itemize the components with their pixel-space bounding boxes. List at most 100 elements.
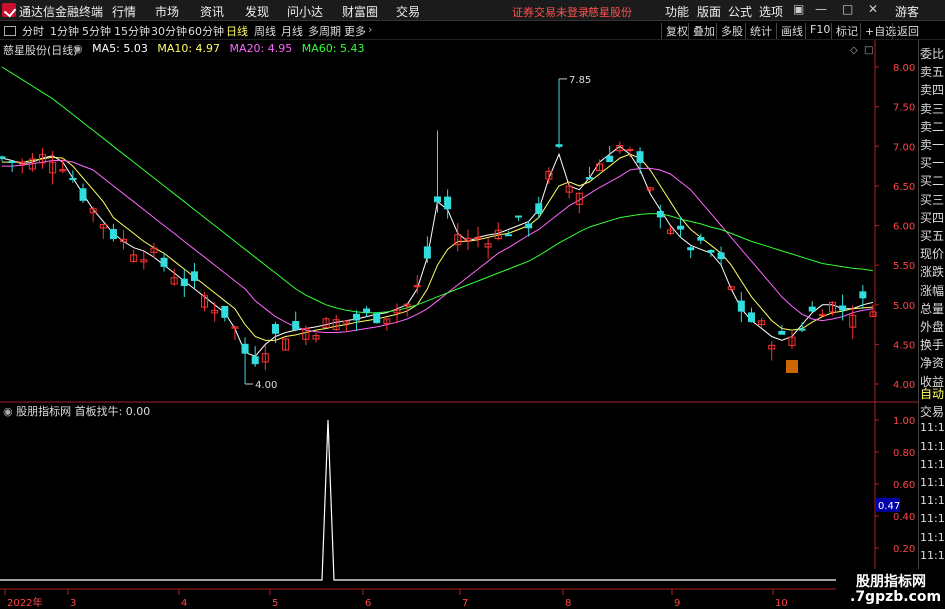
candle-body — [434, 196, 441, 203]
candle-body — [292, 321, 300, 330]
chevron-right-icon[interactable]: › — [368, 23, 372, 36]
candle-body — [525, 223, 533, 229]
side-item-5: 卖一 — [920, 138, 945, 152]
candle-body — [504, 234, 512, 237]
watermark: 股朋指标网 .7gpzb.com — [836, 569, 945, 609]
period-30min[interactable]: 30分钟 — [151, 23, 187, 39]
close-icon[interactable]: ✕ — [868, 2, 878, 16]
period-daily[interactable]: 日线 — [226, 23, 248, 39]
side-item-7: 买二 — [920, 174, 945, 189]
period-multi[interactable]: 多周期 — [308, 23, 341, 39]
multi-stock-button[interactable]: 多股 — [716, 23, 743, 39]
menu-formula[interactable]: 公式 — [728, 3, 752, 20]
add-watchlist-button[interactable]: +自选 — [860, 23, 896, 39]
square-icon: □ — [864, 45, 873, 56]
candle-body — [839, 305, 847, 311]
candle-body — [8, 160, 16, 163]
side-item-8: 买三 — [920, 192, 945, 207]
candle-body — [555, 144, 563, 147]
candle-body — [687, 247, 695, 251]
menu-item-market-list[interactable]: 市场 — [155, 3, 179, 20]
time-tick-label: 6 — [365, 598, 371, 609]
price-tick-label: 6.00 — [893, 222, 915, 233]
menu-item-trade[interactable]: 交易 — [396, 3, 420, 20]
side-item-3: 卖三 — [920, 101, 945, 116]
side-item-0: 委比 — [920, 47, 945, 61]
side-item-17: 净资 — [920, 356, 945, 371]
side-trade-8: 11:13 — [920, 530, 945, 544]
stats-button[interactable]: 统计 — [745, 23, 772, 39]
candle-body — [221, 305, 229, 318]
draw-line-button[interactable]: 画线 — [776, 23, 803, 39]
stock-name-link[interactable]: 慈星股份 — [588, 4, 632, 20]
candle-body — [808, 306, 816, 312]
candle-body — [0, 156, 6, 159]
indicator-label: 股朋指标网 首板找牛: 0.00 — [16, 405, 151, 418]
candle-body — [747, 312, 755, 323]
menu-layout[interactable]: 版面 — [697, 3, 721, 20]
overlay-button[interactable]: 叠加 — [688, 23, 715, 39]
price-tick-label: 6.50 — [893, 182, 915, 193]
candle-body — [656, 211, 664, 218]
menu-options[interactable]: 选项 — [759, 3, 783, 20]
time-tick-label: 10 — [775, 598, 788, 609]
adjust-button[interactable]: 复权 — [661, 23, 688, 39]
side-item-10: 买五 — [920, 229, 945, 243]
maximize-icon[interactable]: □ — [842, 2, 853, 16]
period-monthly[interactable]: 月线 — [281, 23, 303, 39]
price-tick-label: 5.00 — [893, 301, 915, 312]
side-item-15: 外盘 — [920, 320, 945, 334]
indicator-settings-icon[interactable]: ◉ — [3, 405, 13, 418]
period-60min[interactable]: 60分钟 — [188, 23, 224, 39]
candle-body — [585, 177, 593, 180]
period-intraday[interactable]: 分时 — [22, 23, 44, 39]
side-trade-5: 11:13 — [920, 476, 945, 489]
period-5min[interactable]: 5分钟 — [82, 23, 111, 39]
candle-body — [717, 252, 725, 260]
app-logo-icon — [2, 3, 16, 17]
menu-item-wealth[interactable]: 财富圈 — [342, 3, 378, 20]
quote-side-panel: 委比 卖五 卖四 卖三 卖二 卖一 买一 买二 买三 买四 买五 现价 涨跌 涨幅 总量 外盘 换手 净资 收益 自动… — [918, 40, 945, 609]
side-item-11: 现价 — [920, 247, 945, 262]
indicator-tick-label: 0.60 — [893, 480, 915, 491]
side-trade-0: 自动 — [920, 387, 945, 401]
f10-button[interactable]: F10 — [805, 23, 830, 39]
candle-body — [606, 155, 614, 163]
chart-canvas[interactable]: 8.00 7.50 7.00 6.50 6.00 5.50 5.00 4.50 4.00 1.0… — [0, 40, 918, 609]
menu-item-market[interactable]: 行情 — [112, 3, 136, 20]
skin-icon[interactable]: ▣ — [793, 2, 804, 16]
mark-button[interactable]: 标记 — [831, 23, 858, 39]
layout-icon[interactable] — [4, 26, 16, 36]
period-toolbar: 分时 1分钟 5分钟 15分钟 30分钟 60分钟 日线 周线 月线 多周期 更… — [0, 21, 945, 40]
side-item-16: 换手 — [920, 338, 945, 353]
side-item-2: 卖四 — [920, 83, 945, 98]
candle-body — [271, 323, 279, 334]
back-button[interactable]: 返回 — [892, 23, 919, 39]
candle-body — [69, 177, 77, 181]
time-tick-label: 8 — [565, 598, 571, 609]
guest-button[interactable]: 游客 — [895, 3, 919, 20]
menu-item-discover[interactable]: 发现 — [245, 3, 269, 20]
time-axis: 2022年 3 4 5 6 7 8 9 10 — [4, 589, 788, 609]
side-item-14: 总量 — [920, 301, 945, 316]
side-item-13: 涨幅 — [920, 283, 945, 298]
candle-body — [241, 343, 249, 354]
minimize-icon[interactable]: — — [815, 2, 827, 16]
menu-item-news[interactable]: 资讯 — [200, 3, 224, 20]
login-status[interactable]: 证券交易未登录 — [512, 4, 589, 20]
candle-body — [818, 314, 826, 317]
period-1min[interactable]: 1分钟 — [50, 23, 79, 39]
menu-item-ask[interactable]: 问小达 — [287, 3, 323, 20]
menu-function[interactable]: 功能 — [665, 3, 689, 20]
period-15min[interactable]: 15分钟 — [114, 23, 150, 39]
price-tick-label: 8.00 — [893, 63, 915, 74]
candle-body — [109, 228, 117, 240]
candle-body — [859, 291, 867, 299]
price-tick-label: 4.00 — [893, 380, 915, 391]
candle-body — [626, 149, 634, 152]
period-weekly[interactable]: 周线 — [254, 23, 276, 39]
period-more[interactable]: 更多 — [344, 23, 366, 39]
side-trade-1: 交易 — [920, 405, 945, 420]
side-item-1: 卖五 — [920, 65, 945, 80]
indicator-title: ◉ 股朋指标网 首板找牛: 0.00 — [3, 403, 150, 419]
